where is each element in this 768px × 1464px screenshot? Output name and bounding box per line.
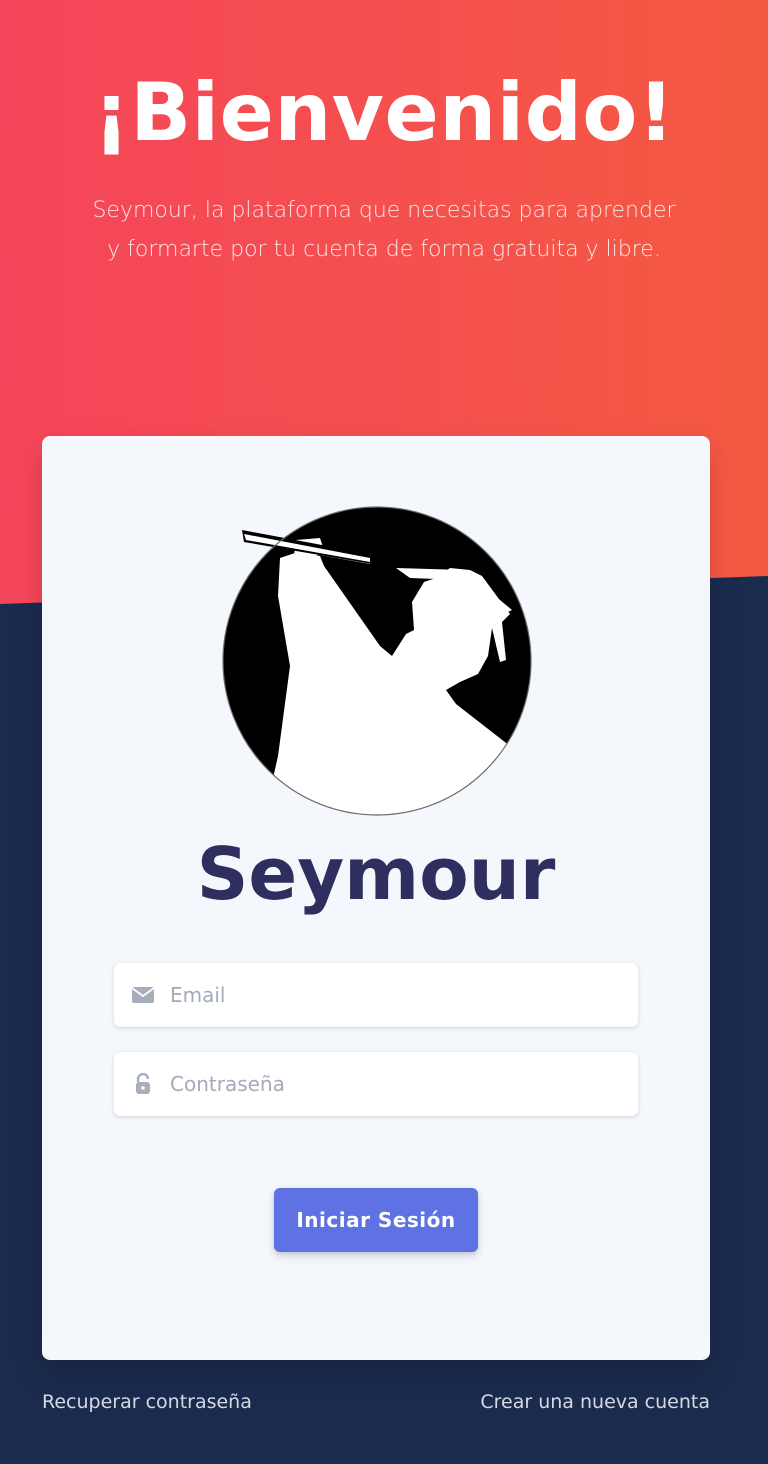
create-account-link[interactable]: Crear una nueva cuenta: [480, 1391, 710, 1413]
login-page: ¡Bienvenido! Seymour, la plataforma que …: [0, 0, 768, 1464]
password-field[interactable]: [114, 1052, 638, 1116]
login-button[interactable]: Iniciar Sesión: [274, 1188, 478, 1252]
recover-password-link[interactable]: Recuperar contraseña: [42, 1391, 252, 1413]
unlock-icon: [131, 1072, 155, 1096]
brand-name: Seymour: [196, 832, 556, 916]
envelope-icon: [131, 983, 155, 1007]
email-field[interactable]: [114, 963, 638, 1027]
seymour-logo: [222, 506, 532, 816]
hero-title: ¡Bienvenido!: [93, 66, 675, 159]
password-input[interactable]: [170, 1064, 610, 1104]
login-card: Seymour Iniciar Sesión: [42, 436, 710, 1360]
hero-subtitle: Seymour, la plataforma que necesitas par…: [92, 198, 676, 262]
email-input[interactable]: [170, 975, 610, 1015]
